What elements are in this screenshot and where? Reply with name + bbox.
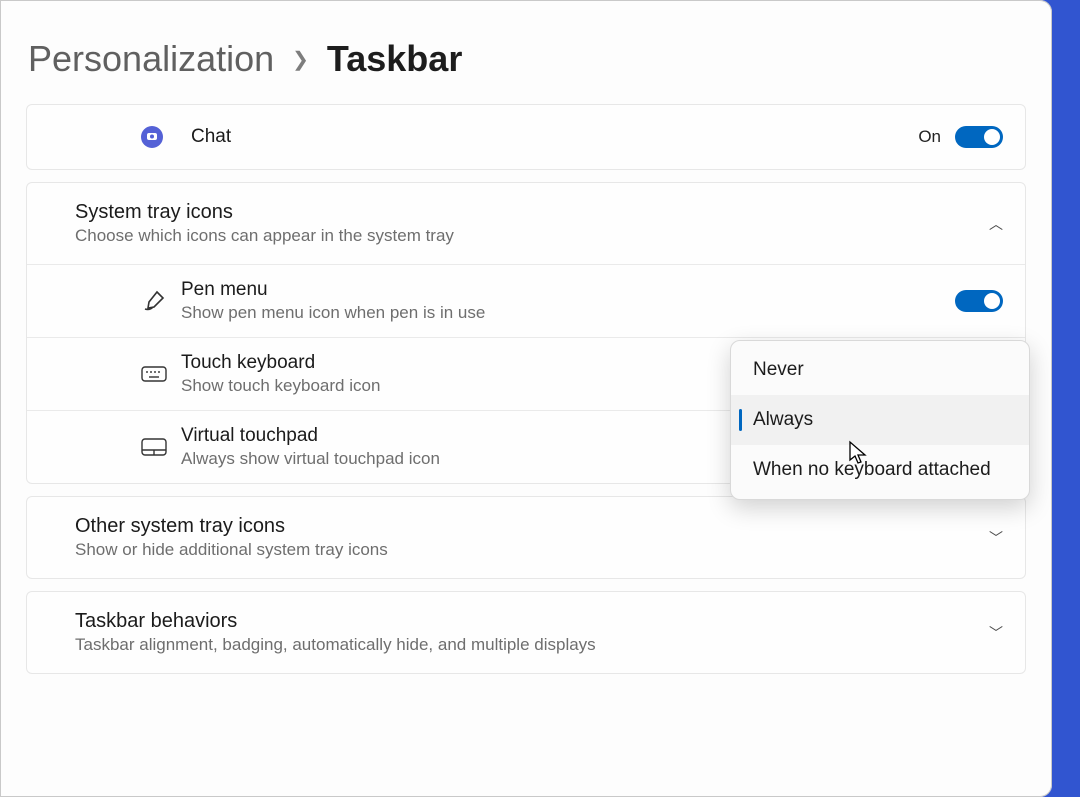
breadcrumb-parent[interactable]: Personalization <box>28 38 274 80</box>
keyboard-icon <box>141 364 167 384</box>
system-tray-sub: Choose which icons can appear in the sys… <box>75 226 989 246</box>
dropdown-option-always[interactable]: Always <box>731 395 1029 445</box>
touchpad-icon <box>141 437 167 457</box>
taskbar-behaviors-sub: Taskbar alignment, badging, automaticall… <box>75 635 989 655</box>
system-tray-header[interactable]: System tray icons Choose which icons can… <box>27 183 1025 264</box>
taskbar-behaviors-title: Taskbar behaviors <box>75 610 989 633</box>
dropdown-option-never[interactable]: Never <box>731 345 1029 395</box>
chevron-right-icon: ❯ <box>292 47 309 72</box>
breadcrumb-current: Taskbar <box>327 38 462 80</box>
other-tray-sub: Show or hide additional system tray icon… <box>75 540 989 560</box>
touch-keyboard-dropdown: Never Always When no keyboard attached <box>730 340 1030 500</box>
other-tray-title: Other system tray icons <box>75 515 989 538</box>
chat-card: Chat On <box>26 104 1026 170</box>
other-tray-header[interactable]: Other system tray icons Show or hide add… <box>27 497 1025 578</box>
pen-menu-row[interactable]: Pen menu Show pen menu icon when pen is … <box>27 264 1025 337</box>
other-tray-card: Other system tray icons Show or hide add… <box>26 496 1026 579</box>
chevron-down-icon: ﹀ <box>989 528 1003 548</box>
breadcrumb: Personalization ❯ Taskbar <box>0 0 1052 104</box>
settings-window: Personalization ❯ Taskbar Chat On System… <box>0 0 1052 797</box>
chat-label: Chat <box>191 126 918 148</box>
system-tray-title: System tray icons <box>75 201 989 224</box>
pen-toggle[interactable] <box>955 290 1003 312</box>
pen-sub: Show pen menu icon when pen is in use <box>181 303 955 323</box>
taskbar-behaviors-card: Taskbar behaviors Taskbar alignment, bad… <box>26 591 1026 674</box>
chevron-up-icon: ︿ <box>989 214 1003 234</box>
chat-icon <box>139 125 165 149</box>
pen-title: Pen menu <box>181 279 955 301</box>
chevron-down-icon: ﹀ <box>989 623 1003 643</box>
pen-icon <box>141 289 167 313</box>
taskbar-behaviors-header[interactable]: Taskbar behaviors Taskbar alignment, bad… <box>27 592 1025 673</box>
chat-toggle[interactable] <box>955 126 1003 148</box>
chat-state: On <box>918 127 941 147</box>
dropdown-option-when-no-keyboard[interactable]: When no keyboard attached <box>731 445 1029 495</box>
chat-row[interactable]: Chat On <box>27 105 1025 169</box>
